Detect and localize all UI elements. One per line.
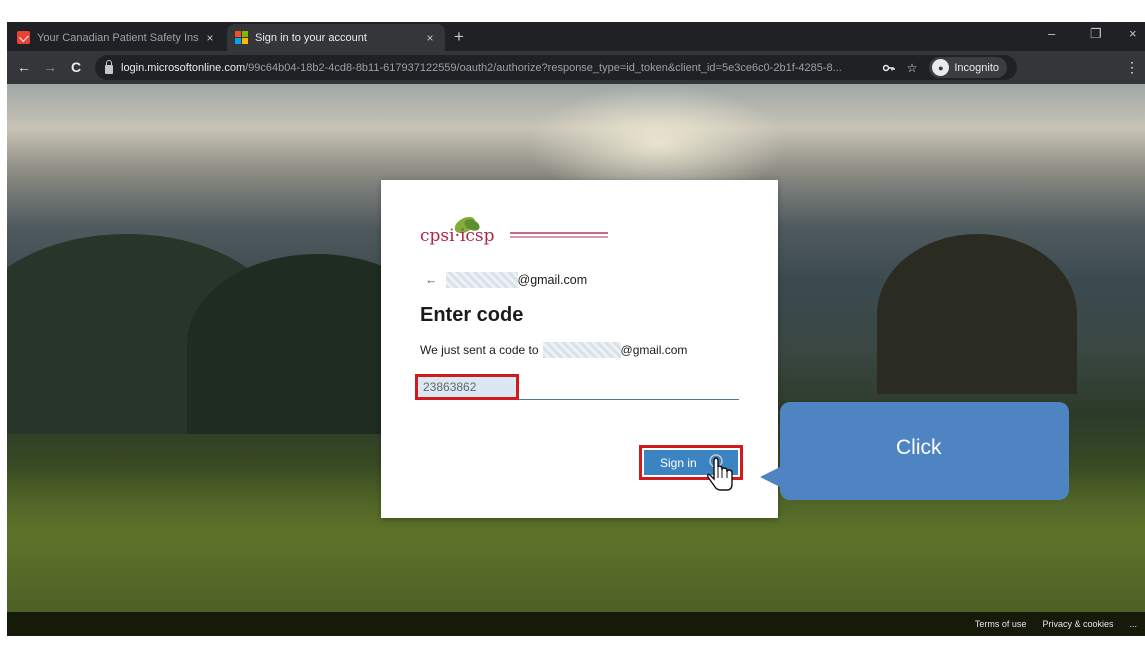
lock-icon <box>105 60 113 74</box>
cpsi-logo: cpsi·icsp <box>420 214 620 260</box>
email-suffix: @gmail.com <box>517 273 588 287</box>
browser-window: Your Canadian Patient Safety Ins × Sign … <box>7 22 1145 636</box>
page-footer: Terms of use Privacy & cookies ... <box>7 612 1145 636</box>
code-field <box>415 374 739 400</box>
code-input[interactable] <box>415 374 519 400</box>
callout-label: Click <box>896 436 942 459</box>
new-tab-button[interactable]: + <box>454 27 464 47</box>
click-callout: Click <box>760 402 1069 500</box>
incognito-label: Incognito <box>954 61 999 74</box>
incognito-badge[interactable]: ● Incognito <box>929 57 1007 78</box>
more-options[interactable]: ... <box>1129 619 1137 629</box>
url-host: login.microsoftonline.com <box>121 61 246 74</box>
tab-strip: Your Canadian Patient Safety Ins × Sign … <box>7 22 1145 51</box>
terms-link[interactable]: Terms of use <box>975 619 1027 629</box>
back-arrow-icon[interactable]: ← <box>425 273 438 287</box>
tab-title: Sign in to your account <box>255 31 367 44</box>
forward-icon[interactable]: → <box>43 59 57 75</box>
key-icon[interactable] <box>882 61 895 75</box>
minimize-icon[interactable]: – <box>1048 26 1055 41</box>
page-title: Enter code <box>420 304 524 326</box>
sign-in-card: cpsi·icsp ← @gmail.com Enter code We jus… <box>381 180 778 518</box>
star-icon[interactable]: ☆ <box>907 61 918 75</box>
tab-close-icon[interactable]: × <box>423 31 437 45</box>
address-bar[interactable]: login.microsoftonline.com /99c64b04-18b2… <box>95 55 1017 80</box>
logo-tagline <box>510 232 608 234</box>
code-description: We just sent a code to @gmail.com <box>420 342 687 358</box>
callout-pointer <box>760 466 782 488</box>
desc-suffix: @gmail.com <box>620 343 688 357</box>
menu-icon[interactable]: ⋮ <box>1125 59 1139 76</box>
incognito-icon: ● <box>932 59 950 76</box>
logo-text: cpsi·icsp <box>420 226 495 246</box>
microsoft-favicon-icon <box>235 31 248 44</box>
mail-favicon-icon <box>17 31 30 44</box>
tab-title: Your Canadian Patient Safety Ins <box>37 31 199 44</box>
redacted-email <box>542 342 621 358</box>
redacted-email <box>445 272 518 288</box>
desc-prefix: We just sent a code to <box>420 343 539 357</box>
tab-sign-in[interactable]: Sign in to your account × <box>227 24 445 51</box>
hill-right <box>877 234 1077 394</box>
url-path: /99c64b04-18b2-4cd8-8b11-617937122559/oa… <box>245 61 842 74</box>
reload-icon[interactable]: C <box>71 59 81 75</box>
hand-cursor-icon <box>707 454 733 491</box>
page-background: cpsi·icsp ← @gmail.com Enter code We jus… <box>7 84 1145 636</box>
tab-cpsi[interactable]: Your Canadian Patient Safety Ins × <box>9 24 225 51</box>
tab-close-icon[interactable]: × <box>203 31 217 45</box>
privacy-link[interactable]: Privacy & cookies <box>1042 619 1113 629</box>
account-row[interactable]: ← @gmail.com <box>425 272 587 288</box>
restore-icon[interactable]: ❐ <box>1090 26 1102 42</box>
close-window-icon[interactable]: × <box>1129 26 1137 41</box>
back-icon[interactable]: ← <box>17 59 31 75</box>
browser-toolbar: ← → C login.microsoftonline.com /99c64b0… <box>7 51 1145 84</box>
